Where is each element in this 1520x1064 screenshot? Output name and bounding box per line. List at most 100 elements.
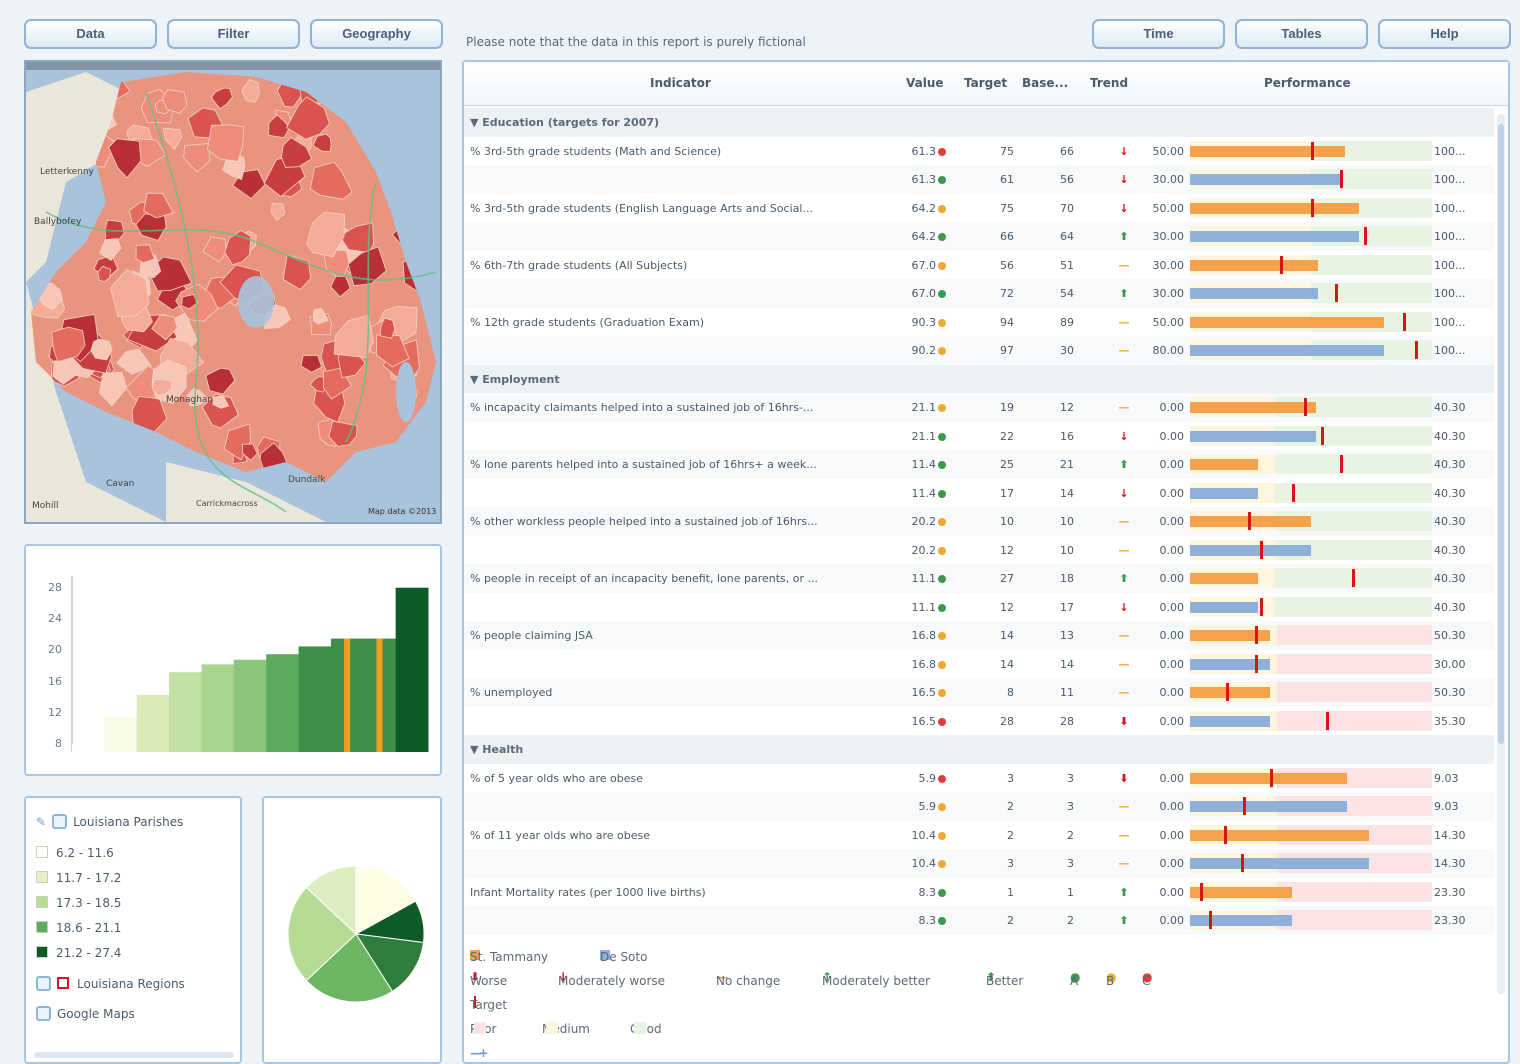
legend-scrollbar[interactable] <box>34 1052 234 1058</box>
table-row[interactable]: 61.3 61 56 ↓ 30.00 100... <box>464 165 1494 194</box>
baseline-cell: 89 <box>1060 315 1074 329</box>
value-bar <box>1190 858 1370 869</box>
range-label: 18.6 - 21.1 <box>56 921 122 935</box>
value-bar <box>1190 231 1360 242</box>
bar[interactable] <box>395 587 429 752</box>
col-trend[interactable]: Trend <box>1090 76 1128 90</box>
table-group-header[interactable]: ▼ Education (targets for 2007) <box>464 108 1494 137</box>
time-button[interactable]: Time <box>1092 19 1225 49</box>
value-cell: 11.4 <box>911 458 937 471</box>
target-cell: 19 <box>1000 401 1014 414</box>
table-scrollbar[interactable] <box>1497 114 1505 994</box>
table-group-header[interactable]: ▼ Employment <box>464 364 1494 393</box>
help-button[interactable]: Help <box>1378 19 1511 49</box>
map-district[interactable] <box>390 191 418 216</box>
map-district[interactable] <box>96 440 124 474</box>
table-row[interactable]: % people claiming JSA 16.8 14 13 — 0.00 50.30 <box>464 621 1494 650</box>
zoom-in-button[interactable]: + <box>478 1046 488 1060</box>
scale-min-cell: 0.00 <box>1159 914 1185 927</box>
bar[interactable] <box>169 672 202 752</box>
map-district[interactable] <box>379 79 407 101</box>
table-row[interactable]: % of 5 year olds who are obese 5.9 3 3 ⬇ 0.00… <box>464 764 1494 793</box>
trend-icon: — <box>1118 543 1130 557</box>
table-row[interactable]: 11.4 17 14 ↓ 0.00 40.30 <box>464 479 1494 508</box>
table-row[interactable]: 8.3 2 2 ⬆ 0.00 23.30 <box>464 906 1494 935</box>
target-marker <box>1240 854 1244 872</box>
table-group-header[interactable]: ▼ Health <box>464 735 1494 764</box>
table-row[interactable]: 16.5 28 28 ⬇ 0.00 35.30 <box>464 707 1494 736</box>
table-row[interactable]: 11.1 12 17 ↓ 0.00 40.30 <box>464 593 1494 622</box>
table-row[interactable]: % people in receipt of an incapacity ben… <box>464 564 1494 593</box>
geography-button[interactable]: Geography <box>310 19 443 49</box>
target-cell: 25 <box>1000 458 1014 471</box>
table-row[interactable]: % 12th grade students (Graduation Exam) 9… <box>464 308 1494 337</box>
map-district[interactable] <box>397 157 431 186</box>
map-district[interactable] <box>409 148 436 179</box>
table-row[interactable]: % unemployed 16.5 8 11 — 0.00 50.30 <box>464 678 1494 707</box>
col-base[interactable]: Base... <box>1022 76 1068 90</box>
choropleth-map[interactable]: Letterkenny Ballybofey Monaghan Dundalk … <box>24 60 442 524</box>
target-marker <box>1402 312 1406 331</box>
col-value[interactable]: Value <box>906 76 944 90</box>
table-row[interactable]: % 3rd-5th grade students (Math and Scien… <box>464 137 1494 166</box>
value-cell: 20.2 <box>911 543 937 557</box>
table-row[interactable]: % of 11 year olds who are obese 10.4 2 2 — 0.… <box>464 821 1494 850</box>
scale-max-cell: 100... <box>1434 173 1466 186</box>
value-bar <box>1190 288 1319 299</box>
bar[interactable] <box>201 664 235 752</box>
map-district[interactable] <box>401 123 429 155</box>
col-target[interactable]: Target <box>964 76 1007 90</box>
table-row[interactable]: % incapacity claimants helped into a sus… <box>464 393 1494 422</box>
map-district[interactable] <box>410 75 433 97</box>
target-marker <box>1303 398 1307 416</box>
bar[interactable] <box>72 744 105 752</box>
bar[interactable] <box>266 654 300 752</box>
map-district[interactable] <box>394 71 422 94</box>
table-row[interactable]: 10.4 3 3 — 0.00 14.30 <box>464 849 1494 878</box>
table-row[interactable]: 5.9 2 3 — 0.00 9.03 <box>464 792 1494 821</box>
table-row[interactable]: % lone parents helped into a sustained j… <box>464 450 1494 479</box>
map-district[interactable] <box>397 173 427 202</box>
value-bar <box>1190 430 1316 442</box>
table-row[interactable]: 20.2 12 10 — 0.00 40.30 <box>464 536 1494 565</box>
legend-range-item: 21.2 - 27.4 <box>36 946 121 960</box>
col-performance[interactable]: Performance <box>1264 76 1351 90</box>
scale-max-cell: 30.00 <box>1434 657 1466 671</box>
data-button[interactable]: Data <box>24 19 157 49</box>
bar[interactable] <box>136 694 170 752</box>
table-row[interactable]: 90.2 97 30 — 80.00 100... <box>464 336 1494 365</box>
bar-chart-canvas <box>71 576 429 752</box>
legend-range-item: 17.3 - 18.5 <box>36 896 121 910</box>
table-row[interactable]: 16.8 14 14 — 0.00 30.00 <box>464 650 1494 679</box>
table-row[interactable]: Infant Mortality rates (per 1000 live bi… <box>464 878 1494 907</box>
google-maps-checkbox[interactable] <box>36 1006 51 1021</box>
col-indicator[interactable]: Indicator <box>650 76 711 90</box>
bar[interactable] <box>104 716 138 752</box>
value-cell: 67.0 <box>911 258 937 272</box>
bar[interactable] <box>298 646 332 752</box>
table-row[interactable]: % 6th-7th grade students (All Subjects) 6… <box>464 251 1494 280</box>
edit-pencil-icon[interactable]: ✎ <box>36 815 46 829</box>
table-row[interactable]: % other workless people helped into a su… <box>464 507 1494 536</box>
filter-button[interactable]: Filter <box>167 19 300 49</box>
zone-good <box>1274 596 1432 617</box>
parishes-checkbox[interactable] <box>52 814 68 829</box>
map-district[interactable] <box>132 434 166 466</box>
table-body: ▼ Education (targets for 2007) % 3rd-5th … <box>464 108 1494 988</box>
map-district[interactable] <box>385 105 421 149</box>
table-row[interactable]: % 3rd-5th grade students (English Langua… <box>464 194 1494 223</box>
status-dot <box>938 603 946 612</box>
scrollbar-thumb[interactable] <box>1498 124 1504 744</box>
status-dot <box>938 404 946 412</box>
tables-button[interactable]: Tables <box>1235 19 1368 49</box>
table-row[interactable]: 67.0 72 54 ⬆ 30.00 100... <box>464 279 1494 308</box>
table-row[interactable]: 21.1 22 16 ↓ 0.00 40.30 <box>464 422 1494 451</box>
baseline-cell: 14 <box>1060 657 1074 671</box>
status-dot <box>938 176 946 184</box>
scale-max-cell: 100... <box>1434 230 1466 243</box>
table-row[interactable]: 64.2 66 64 ⬆ 30.00 100... <box>464 222 1494 251</box>
regions-checkbox[interactable] <box>36 976 51 991</box>
map-canvas[interactable]: Letterkenny Ballybofey Monaghan Dundalk … <box>26 62 440 522</box>
map-district[interactable] <box>376 69 407 103</box>
bar[interactable] <box>233 659 267 752</box>
